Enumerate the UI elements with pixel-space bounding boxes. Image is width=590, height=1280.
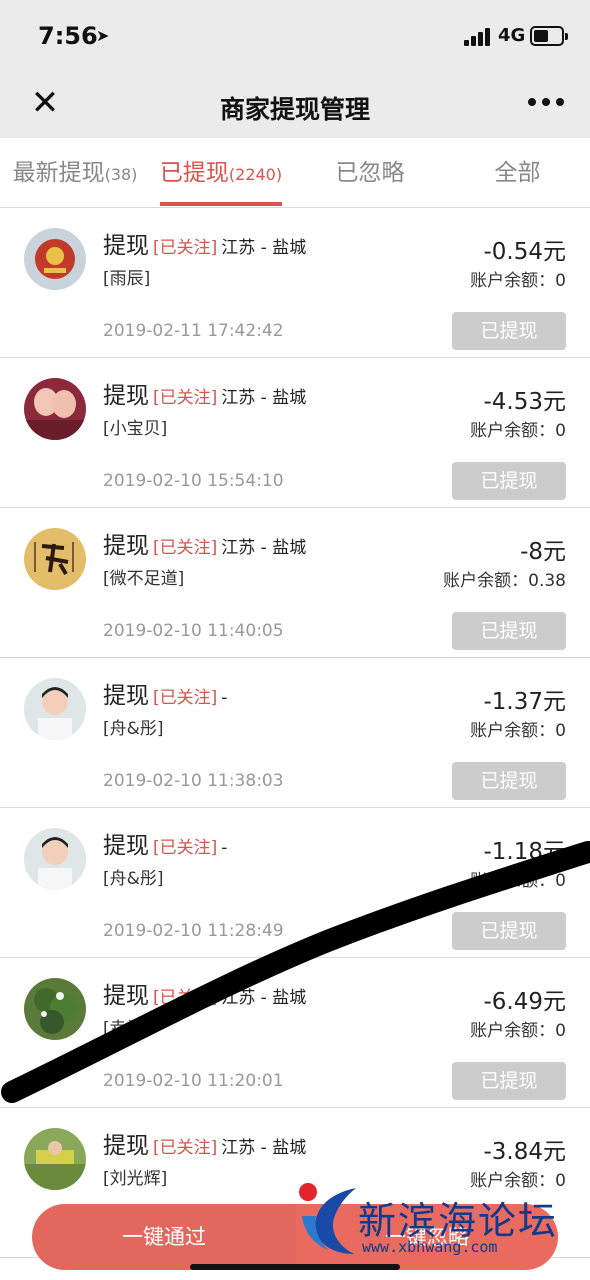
record-date: 2019-02-10 11:38:03 bbox=[103, 771, 284, 791]
record-date: 2019-02-10 11:28:49 bbox=[103, 921, 284, 941]
record-amount: -4.53元 bbox=[483, 389, 566, 415]
list-item[interactable]: 提现 [已关注] 江苏 - 盐城 [雨辰] -0.54元 账户余额：0 2019-0… bbox=[0, 208, 590, 358]
site-watermark: 新滨海论坛 www.xbhwang.com bbox=[296, 1180, 586, 1260]
list-item[interactable]: 提现 [已关注] 江苏 - 盐城 [微不足道] -8元 账户余额：0.38 2019… bbox=[0, 508, 590, 658]
record-type: 提现 bbox=[103, 533, 149, 559]
record-date: 2019-02-11 17:42:42 bbox=[103, 321, 284, 341]
withdrawn-status-button[interactable]: 已提现 bbox=[452, 612, 566, 650]
record-type: 提现 bbox=[103, 383, 149, 409]
record-amount: -1.37元 bbox=[483, 689, 566, 715]
record-type: 提现 bbox=[103, 233, 149, 259]
withdrawn-status-button[interactable]: 已提现 bbox=[452, 1062, 566, 1100]
follow-tag: [已关注] bbox=[153, 988, 218, 1008]
tab-ignored[interactable]: 已忽略 bbox=[310, 138, 430, 208]
record-type: 提现 bbox=[103, 683, 149, 709]
approve-all-button[interactable]: 一键通过 bbox=[32, 1204, 296, 1270]
follow-tag: [已关注] bbox=[153, 238, 218, 258]
record-balance: 账户余额：0 bbox=[470, 721, 566, 741]
record-nickname: [舟&彤] bbox=[103, 719, 164, 739]
record-balance: 账户余额：0.38 bbox=[443, 571, 566, 591]
record-nickname: [小宝贝] bbox=[103, 419, 168, 439]
record-amount: -1.18元 bbox=[483, 839, 566, 865]
record-location: 江苏 - 盐城 bbox=[221, 238, 307, 258]
record-type: 提现 bbox=[103, 983, 149, 1009]
record-location: 江苏 - 盐城 bbox=[221, 1138, 307, 1158]
record-type: 提现 bbox=[103, 833, 149, 859]
follow-tag: [已关注] bbox=[153, 1138, 218, 1158]
list-item[interactable]: 提现 [已关注] 江苏 - 盐城 [幸福] -6.49元 账户余额：0 2019-0… bbox=[0, 958, 590, 1108]
avatar bbox=[24, 828, 86, 890]
follow-tag: [已关注] bbox=[153, 838, 218, 858]
record-date: 2019-02-10 11:20:01 bbox=[103, 1071, 284, 1091]
withdrawn-status-button[interactable]: 已提现 bbox=[452, 462, 566, 500]
record-amount: -6.49元 bbox=[483, 989, 566, 1015]
record-nickname: [舟&彤] bbox=[103, 869, 164, 889]
watermark-url: www.xbhwang.com bbox=[362, 1238, 498, 1256]
record-location: 江苏 - 盐城 bbox=[221, 538, 307, 558]
avatar bbox=[24, 378, 86, 440]
record-date: 2019-02-10 11:40:05 bbox=[103, 621, 284, 641]
record-date: 2019-02-10 15:54:10 bbox=[103, 471, 284, 491]
list-item[interactable]: 提现 [已关注] 江苏 - 盐城 [小宝贝] -4.53元 账户余额：0 2019-… bbox=[0, 358, 590, 508]
avatar bbox=[24, 1128, 86, 1190]
avatar bbox=[24, 978, 86, 1040]
location-arrow-icon: ➤ bbox=[96, 26, 110, 45]
follow-tag: [已关注] bbox=[153, 388, 218, 408]
record-balance: 账户余额：0 bbox=[470, 871, 566, 891]
nav-bar: ✕ 商家提现管理 bbox=[0, 70, 590, 138]
network-type: 4G bbox=[498, 25, 526, 46]
withdrawn-status-button[interactable]: 已提现 bbox=[452, 912, 566, 950]
record-nickname: [微不足道] bbox=[103, 569, 185, 589]
record-nickname: [刘光辉] bbox=[103, 1169, 168, 1189]
record-amount: -3.84元 bbox=[483, 1139, 566, 1165]
list-item[interactable]: 提现 [已关注] - [舟&彤] -1.18元 账户余额：0 2019-02-10 … bbox=[0, 808, 590, 958]
clock: 7:56 bbox=[38, 22, 98, 50]
record-balance: 账户余额：0 bbox=[470, 271, 566, 291]
follow-tag: [已关注] bbox=[153, 688, 218, 708]
withdrawal-list: 提现 [已关注] 江苏 - 盐城 [雨辰] -0.54元 账户余额：0 2019-0… bbox=[0, 208, 590, 1258]
record-balance: 账户余额：0 bbox=[470, 421, 566, 441]
watermark-name: 新滨海论坛 bbox=[358, 1199, 559, 1243]
home-indicator bbox=[190, 1264, 400, 1270]
record-amount: -0.54元 bbox=[483, 239, 566, 265]
avatar bbox=[24, 528, 86, 590]
tab-withdrawn[interactable]: 已提现(2240) bbox=[155, 138, 287, 208]
cellular-signal-icon bbox=[464, 28, 492, 46]
record-nickname: [幸福] bbox=[103, 1019, 151, 1039]
more-options-icon[interactable] bbox=[528, 98, 564, 110]
withdrawn-status-button[interactable]: 已提现 bbox=[452, 312, 566, 350]
list-item[interactable]: 提现 [已关注] - [舟&彤] -1.37元 账户余额：0 2019-02-10 … bbox=[0, 658, 590, 808]
page-title: 商家提现管理 bbox=[219, 95, 370, 124]
record-nickname: [雨辰] bbox=[103, 269, 151, 289]
battery-icon bbox=[530, 26, 568, 46]
withdrawn-status-button[interactable]: 已提现 bbox=[452, 762, 566, 800]
avatar bbox=[24, 228, 86, 290]
record-location: - bbox=[221, 688, 228, 708]
record-location: 江苏 - 盐城 bbox=[221, 988, 307, 1008]
watermark-logo-icon bbox=[299, 1183, 356, 1254]
active-tab-indicator bbox=[160, 202, 282, 206]
tab-latest-withdrawals[interactable]: 最新提现(38) bbox=[10, 138, 140, 208]
record-balance: 账户余额：0 bbox=[470, 1021, 566, 1041]
follow-tag: [已关注] bbox=[153, 538, 218, 558]
tab-bar: 最新提现(38) 已提现(2240) 已忽略 全部 bbox=[0, 138, 590, 208]
record-amount: -8元 bbox=[520, 539, 566, 565]
record-type: 提现 bbox=[103, 1133, 149, 1159]
record-location: 江苏 - 盐城 bbox=[221, 388, 307, 408]
tab-all[interactable]: 全部 bbox=[460, 138, 575, 208]
status-bar: 7:56 ➤ 4G bbox=[0, 0, 590, 70]
record-location: - bbox=[221, 838, 228, 858]
avatar bbox=[24, 678, 86, 740]
